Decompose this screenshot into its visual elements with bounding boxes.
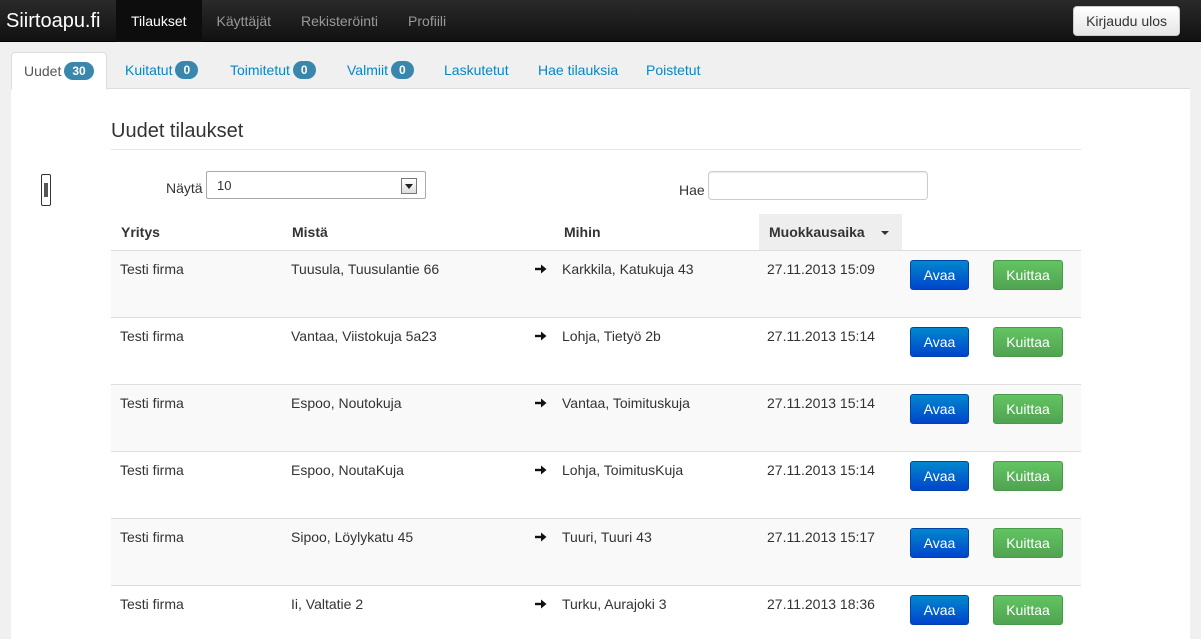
modified-time-cell: 27.11.2013 15:14: [767, 462, 875, 478]
to-address-cell: Lohja, ToimitusKuja: [562, 462, 684, 478]
page-size-value: 10: [217, 178, 232, 193]
main-nav: Tilaukset Käyttäjät Rekisteröinti Profii…: [116, 0, 461, 42]
from-address-cell: Ii, Valtatie 2: [291, 596, 364, 612]
to-address-cell: Lohja, Tietyö 2b: [562, 328, 661, 344]
modified-time-cell: 27.11.2013 15:14: [767, 328, 875, 344]
count-badge: 0: [175, 61, 199, 79]
from-address-cell: Tuusula, Tuusulantie 66: [291, 261, 440, 277]
page-size-select[interactable]: 10: [206, 171, 426, 199]
tab-completed[interactable]: Valmiit 0: [347, 52, 414, 89]
scroll-handle[interactable]: [41, 174, 51, 206]
company-cell: Testi firma: [120, 529, 184, 545]
table-row: Testi firma Tuusula, Tuusulantie 66 Kark…: [111, 251, 1081, 318]
to-address-cell: Vantaa, Toimituskuja: [562, 395, 690, 411]
open-button[interactable]: Avaa: [910, 595, 969, 625]
scroll-thumb[interactable]: [44, 183, 48, 197]
table-row: Testi firma Espoo, Noutokuja Vantaa, Toi…: [111, 385, 1081, 452]
modified-time-cell: 27.11.2013 15:17: [767, 529, 875, 545]
company-cell: Testi firma: [120, 462, 184, 478]
orders-table: Yritys Mistä Mihin Muokkausaika Testi fi…: [111, 214, 1081, 639]
table-row: Testi firma Espoo, NoutaKuja Lohja, Toim…: [111, 452, 1081, 519]
from-address-cell: Espoo, NoutaKuja: [291, 462, 404, 478]
open-button[interactable]: Avaa: [910, 327, 969, 357]
count-badge: 30: [64, 62, 94, 80]
tab-label: Valmiit: [347, 62, 388, 78]
tab-acknowledged[interactable]: Kuitatut 0: [125, 52, 199, 89]
modified-time-cell: 27.11.2013 18:36: [767, 596, 875, 612]
acknowledge-button[interactable]: Kuittaa: [993, 528, 1063, 558]
arrow-right-icon: [535, 599, 547, 609]
divider: [111, 149, 1081, 150]
page-size-label: Näytä: [166, 180, 203, 196]
acknowledge-button[interactable]: Kuittaa: [993, 461, 1063, 491]
acknowledge-button[interactable]: Kuittaa: [993, 394, 1063, 424]
acknowledge-button[interactable]: Kuittaa: [993, 260, 1063, 290]
column-header-to[interactable]: Mihin: [564, 214, 601, 250]
tab-deleted[interactable]: Poistetut: [646, 52, 700, 89]
to-address-cell: Turku, Aurajoki 3: [562, 596, 667, 612]
order-tabs: Uudet 30 Kuitatut 0 Toimitetut 0 Valmiit 0 L…: [11, 52, 1190, 90]
sort-desc-icon: [880, 231, 889, 235]
arrow-right-icon: [535, 331, 547, 341]
count-badge: 0: [390, 61, 414, 79]
column-header-from[interactable]: Mistä: [292, 214, 328, 250]
from-address-cell: Espoo, Noutokuja: [291, 395, 402, 411]
nav-item-users[interactable]: Käyttäjät: [202, 0, 286, 42]
nav-item-orders[interactable]: Tilaukset: [116, 0, 202, 42]
table-row: Testi firma Vantaa, Viistokuja 5a23 Lohj…: [111, 318, 1081, 385]
from-address-cell: Sipoo, Löylykatu 45: [291, 529, 414, 545]
company-cell: Testi firma: [120, 328, 184, 344]
company-cell: Testi firma: [120, 395, 184, 411]
arrow-right-icon: [535, 264, 547, 274]
column-header-modified[interactable]: Muokkausaika: [759, 214, 902, 250]
tab-new[interactable]: Uudet 30: [11, 52, 107, 90]
column-header-label: Muokkausaika: [769, 224, 865, 240]
search-input[interactable]: [708, 171, 928, 200]
open-button[interactable]: Avaa: [910, 260, 969, 290]
brand-logo[interactable]: Siirtoapu.fi: [6, 0, 101, 42]
arrow-right-icon: [535, 465, 547, 475]
acknowledge-button[interactable]: Kuittaa: [993, 595, 1063, 625]
open-button[interactable]: Avaa: [910, 528, 969, 558]
open-button[interactable]: Avaa: [910, 461, 969, 491]
nav-item-registration[interactable]: Rekisteröinti: [286, 0, 393, 42]
tab-search-orders[interactable]: Hae tilauksia: [538, 52, 618, 89]
company-cell: Testi firma: [120, 261, 184, 277]
tab-label: Toimitetut: [230, 62, 290, 78]
top-navbar: Siirtoapu.fi Tilaukset Käyttäjät Rekiste…: [0, 0, 1201, 42]
table-row: Testi firma Sipoo, Löylykatu 45 Tuuri, T…: [111, 519, 1081, 586]
open-button[interactable]: Avaa: [910, 394, 969, 424]
modified-time-cell: 27.11.2013 15:09: [767, 261, 875, 277]
to-address-cell: Tuuri, Tuuri 43: [562, 529, 652, 545]
tab-label: Uudet: [24, 63, 62, 79]
to-address-cell: Karkkila, Katukuja 43: [562, 261, 694, 277]
from-address-cell: Vantaa, Viistokuja 5a23: [291, 328, 437, 344]
logout-button[interactable]: Kirjaudu ulos: [1073, 6, 1180, 36]
modified-time-cell: 27.11.2013 15:14: [767, 395, 875, 411]
column-header-company[interactable]: Yritys: [121, 214, 160, 250]
tab-label: Kuitatut: [125, 62, 173, 78]
nav-item-profile[interactable]: Profiili: [393, 0, 461, 42]
page-title: Uudet tilaukset: [111, 120, 244, 142]
arrow-right-icon: [535, 532, 547, 542]
chevron-down-icon[interactable]: [401, 178, 417, 194]
table-header: Yritys Mistä Mihin Muokkausaika: [111, 214, 1081, 251]
count-badge: 0: [292, 61, 316, 79]
content-panel: Uudet 30 Kuitatut 0 Toimitetut 0 Valmiit 0 L…: [11, 52, 1190, 639]
tab-invoiced[interactable]: Laskutetut: [444, 52, 509, 89]
table-row: Testi firma Ii, Valtatie 2 Turku, Aurajo…: [111, 586, 1081, 639]
search-label: Hae: [679, 182, 705, 198]
acknowledge-button[interactable]: Kuittaa: [993, 327, 1063, 357]
company-cell: Testi firma: [120, 596, 184, 612]
tab-delivered[interactable]: Toimitetut 0: [230, 52, 316, 89]
arrow-right-icon: [535, 398, 547, 408]
table-body: Testi firma Tuusula, Tuusulantie 66 Kark…: [111, 251, 1081, 639]
